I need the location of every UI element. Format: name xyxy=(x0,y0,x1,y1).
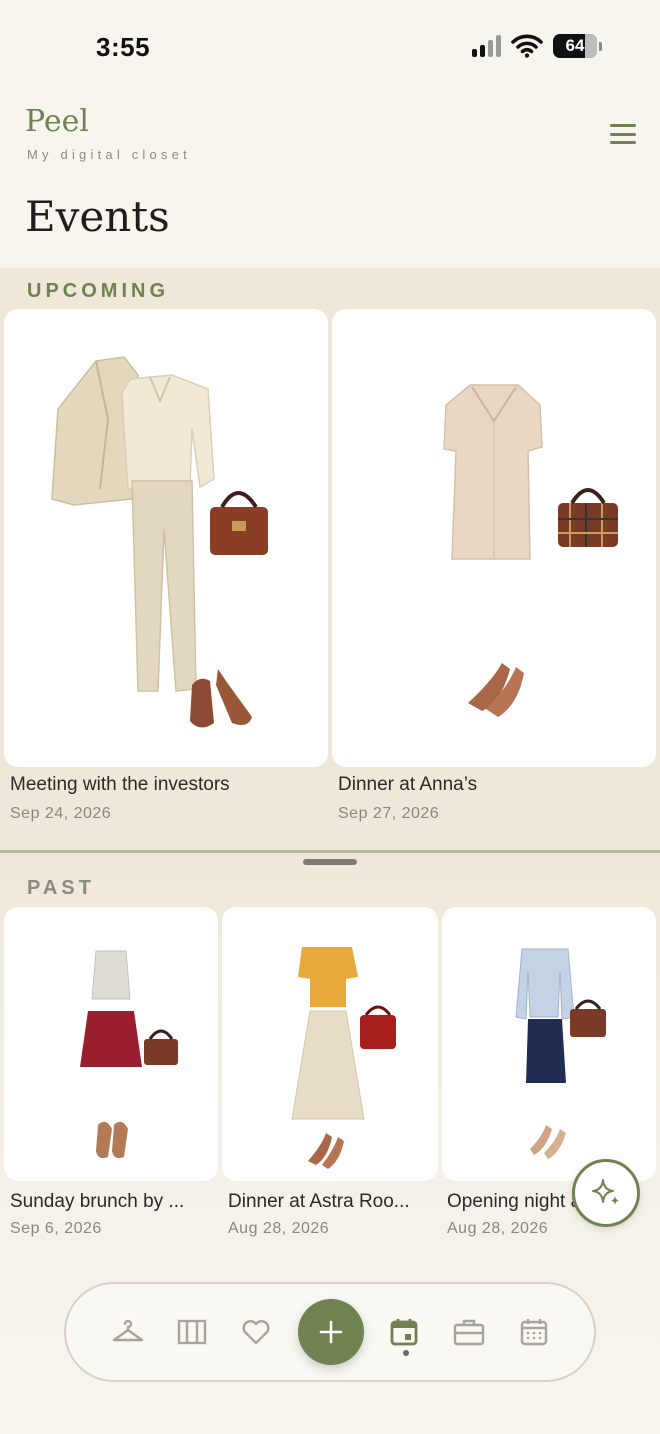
outfit-image xyxy=(51,356,268,728)
bottom-nav xyxy=(64,1282,596,1382)
event-name[interactable]: Meeting with the investors xyxy=(10,774,326,796)
battery-level: 64 xyxy=(565,36,585,55)
status-icons: 64 xyxy=(472,34,602,58)
brand-logo: Peel xyxy=(25,104,89,139)
event-name[interactable]: Dinner at Anna’s xyxy=(338,774,654,796)
nav-trips[interactable] xyxy=(449,1312,489,1352)
event-card-upcoming-2[interactable] xyxy=(332,309,656,767)
nav-events[interactable] xyxy=(384,1312,424,1352)
add-button[interactable] xyxy=(298,1299,364,1365)
upcoming-section: UPCOMING Meeting with the investors Sep … xyxy=(0,268,660,852)
event-name[interactable]: Sunday brunch by ... xyxy=(10,1191,214,1213)
section-divider xyxy=(0,850,660,853)
nav-closet[interactable] xyxy=(108,1312,148,1352)
battery-tip xyxy=(599,41,602,51)
nav-wardrobe[interactable] xyxy=(172,1312,212,1352)
wifi-icon xyxy=(511,34,543,58)
past-label: PAST xyxy=(27,877,95,899)
outfit-image xyxy=(291,947,396,1169)
outfit-image xyxy=(80,950,178,1159)
active-indicator xyxy=(403,1350,409,1356)
outfit-image xyxy=(515,948,606,1159)
event-name[interactable]: Dinner at Astra Roo... xyxy=(228,1191,434,1213)
briefcase-icon xyxy=(453,1319,485,1346)
cellular-signal-icon xyxy=(472,35,501,57)
heart-icon xyxy=(242,1320,270,1345)
nav-calendar[interactable] xyxy=(514,1312,554,1352)
brand-subtitle: My digital closet xyxy=(27,147,191,162)
event-card-past-2[interactable] xyxy=(222,907,438,1181)
event-card-upcoming-1[interactable] xyxy=(4,309,328,767)
event-calendar-icon xyxy=(390,1319,418,1346)
status-bar: 3:55 64 xyxy=(0,0,660,96)
upcoming-label: UPCOMING xyxy=(27,280,169,302)
status-time: 3:55 xyxy=(96,32,151,62)
event-date: Sep 6, 2026 xyxy=(10,1220,102,1237)
wardrobe-icon xyxy=(177,1319,207,1345)
menu-button[interactable] xyxy=(610,124,636,144)
event-card-past-3[interactable] xyxy=(442,907,656,1181)
plus-icon xyxy=(319,1320,343,1344)
event-date: Aug 28, 2026 xyxy=(228,1220,330,1237)
event-card-past-1[interactable] xyxy=(4,907,218,1181)
calendar-grid-icon xyxy=(520,1319,548,1346)
event-date: Sep 24, 2026 xyxy=(10,805,112,822)
menu-icon-bar xyxy=(610,132,636,136)
nav-favorites[interactable] xyxy=(236,1312,276,1352)
outfit-image xyxy=(443,384,618,717)
sparkle-icon xyxy=(592,1179,619,1205)
menu-icon-bar xyxy=(610,124,636,127)
battery-indicator: 64 xyxy=(553,34,597,58)
event-date: Aug 28, 2026 xyxy=(447,1220,549,1237)
page-title: Events xyxy=(25,192,170,241)
hanger-icon xyxy=(112,1319,144,1342)
drag-handle[interactable] xyxy=(303,859,357,865)
event-date: Sep 27, 2026 xyxy=(338,805,440,822)
ai-sparkle-button[interactable] xyxy=(572,1159,640,1227)
menu-icon-bar xyxy=(610,141,636,144)
